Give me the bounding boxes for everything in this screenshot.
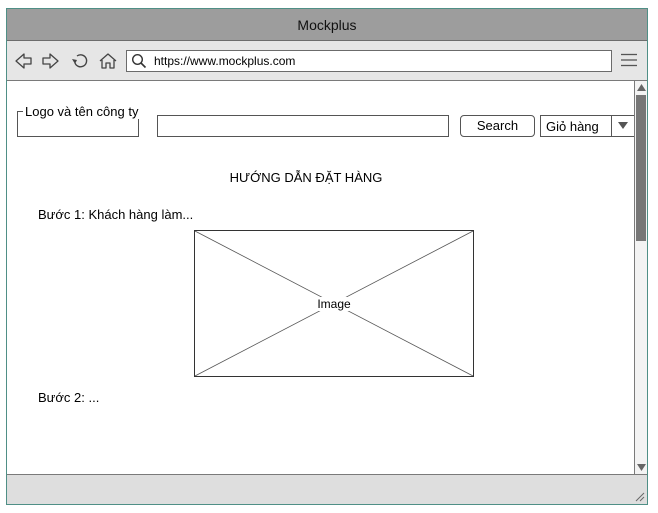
image-label: Image [315,296,353,311]
step-1-text: Bước 1: Khách hàng làm... [38,207,194,222]
image-placeholder: Image [194,230,474,377]
title-bar: Mockplus [7,9,647,41]
browser-window: Mockplus https://www.mockplus.com Logo v… [6,8,648,505]
resize-grip-icon[interactable] [633,490,645,502]
page-title: HƯỚNG DẪN ĐẶT HÀNG [229,170,383,185]
vertical-scrollbar[interactable] [634,81,647,474]
address-bar[interactable]: https://www.mockplus.com [126,50,612,72]
window-title: Mockplus [297,16,357,33]
url-text: https://www.mockplus.com [154,54,296,68]
search-input[interactable] [157,115,449,137]
search-icon [131,53,147,69]
search-button[interactable]: Search [460,115,535,137]
cart-select-value: Giỏ hàng [546,119,599,134]
browser-toolbar: https://www.mockplus.com [7,41,647,81]
status-bar [7,474,647,504]
refresh-icon[interactable] [70,51,90,71]
scroll-down-icon[interactable] [636,462,647,473]
scroll-up-icon[interactable] [636,82,647,93]
back-icon[interactable] [14,51,34,71]
chevron-down-icon [618,122,628,129]
step-2-text: Bước 2: ... [38,390,100,405]
cart-select[interactable]: Giỏ hàng [540,115,634,137]
home-icon[interactable] [98,51,118,71]
scroll-thumb[interactable] [636,95,646,241]
forward-icon[interactable] [40,51,60,71]
dropdown-button[interactable] [611,116,634,136]
page-content: Logo và tên công ty Search Giỏ hàng HƯỚN… [7,81,634,474]
menu-icon[interactable] [621,53,637,67]
logo-label: Logo và tên công ty [23,104,144,119]
